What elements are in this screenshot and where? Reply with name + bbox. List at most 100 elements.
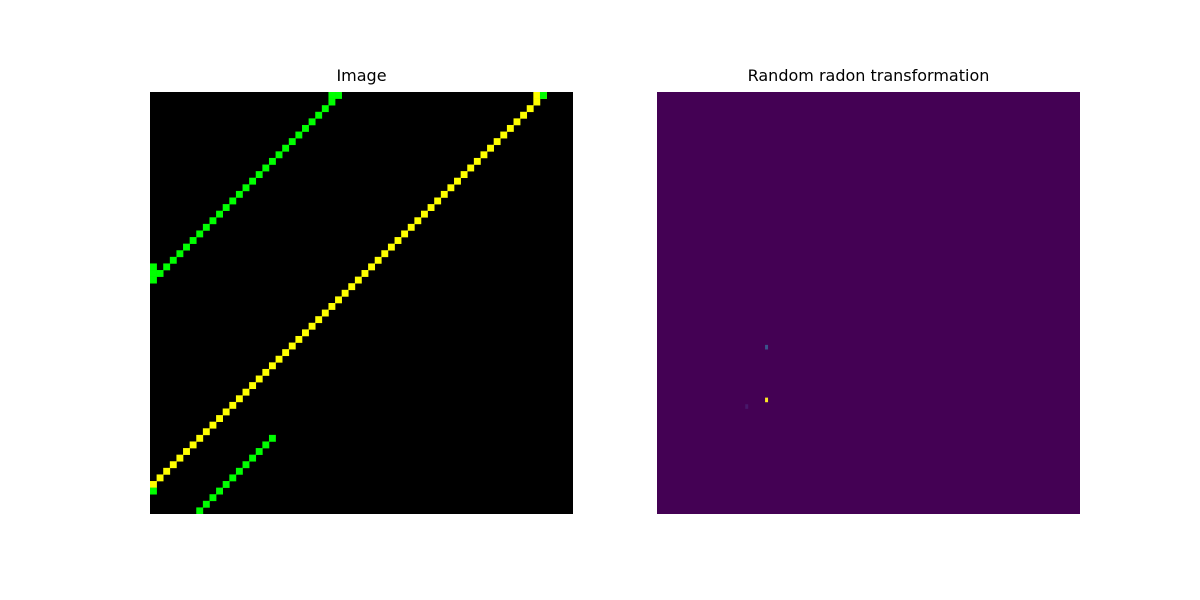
- line-1-pixel: [229, 197, 237, 205]
- line-2-pixel: [282, 349, 290, 357]
- radon-background: [657, 92, 1080, 514]
- radon-title: Random radon transformation: [747, 66, 990, 85]
- image-panel: Image: [150, 62, 573, 514]
- line-2-pixel: [480, 151, 488, 159]
- line-2-pixel: [202, 428, 210, 436]
- line-2-pixel: [275, 355, 283, 363]
- line-2-pixel: [414, 217, 422, 225]
- line-2-pixel: [229, 401, 237, 409]
- line-2-pixel: [454, 177, 461, 185]
- line-2-pixel: [169, 461, 177, 469]
- line-1-pixel: [196, 230, 204, 238]
- line-2-pixel: [176, 454, 184, 462]
- line-2-pixel: [361, 270, 369, 277]
- line-1-pixel: [189, 237, 197, 244]
- line-1-pixel: [295, 131, 303, 139]
- line-1-pixel: [249, 177, 257, 185]
- line-2-pixel: [189, 441, 197, 449]
- image-background: [150, 92, 573, 514]
- line-1-pixel: [235, 190, 243, 198]
- line-2-pixel: [163, 467, 171, 475]
- line-2-pixel: [427, 204, 435, 211]
- line-2-pixel: [533, 98, 541, 106]
- line-1-pixel: [328, 98, 336, 106]
- line-2-pixel: [308, 322, 316, 330]
- line-2-pixel: [420, 210, 428, 218]
- image-canvas: [150, 92, 573, 514]
- line-2-pixel: [315, 316, 323, 324]
- line-1-pixel: [268, 157, 276, 165]
- line-2-pixel: [407, 223, 415, 231]
- line-1-pixel: [321, 105, 329, 113]
- line-3-pixel: [242, 461, 250, 469]
- line-2-pixel: [196, 434, 204, 442]
- line-2-pixel: [368, 263, 376, 271]
- line-3-pixel: [235, 467, 243, 475]
- image-pixel: [150, 270, 157, 277]
- radon-canvas: [657, 92, 1080, 514]
- line-3-pixel: [268, 434, 276, 442]
- line-2-pixel: [387, 243, 395, 251]
- line-2-pixel: [335, 296, 342, 304]
- radon-peak-pixel: [765, 344, 769, 350]
- line-2-pixel: [520, 111, 528, 119]
- line-2-pixel: [354, 276, 362, 284]
- image-title: Image: [336, 66, 387, 85]
- line-1-pixel: [275, 151, 283, 159]
- line-2-pixel: [473, 157, 481, 165]
- line-1-pixel: [156, 270, 164, 277]
- line-3-pixel: [249, 454, 257, 462]
- radon-peak-pixel: [765, 397, 769, 403]
- image-pixel: [533, 92, 541, 99]
- line-3-pixel: [222, 481, 230, 488]
- line-2-pixel: [150, 481, 157, 488]
- line-2-pixel: [216, 415, 224, 422]
- line-3-pixel: [202, 500, 210, 508]
- image-pixel: [539, 92, 547, 99]
- image-pixel: [328, 92, 336, 99]
- image-pixel: [150, 487, 157, 495]
- line-2-pixel: [249, 382, 257, 390]
- line-3-pixel: [229, 474, 237, 482]
- line-1-pixel: [163, 263, 171, 271]
- line-1-pixel: [315, 111, 323, 119]
- line-2-pixel: [447, 184, 455, 192]
- line-2-pixel: [302, 329, 309, 337]
- line-1-pixel: [308, 118, 316, 126]
- line-2-pixel: [526, 105, 534, 113]
- line-2-pixel: [268, 362, 276, 370]
- line-3-pixel: [196, 507, 204, 514]
- line-3-pixel: [209, 494, 217, 502]
- line-1-pixel: [282, 144, 290, 152]
- line-1-pixel: [183, 243, 190, 251]
- line-2-pixel: [493, 138, 501, 146]
- line-2-pixel: [156, 474, 164, 482]
- line-2-pixel: [434, 197, 442, 205]
- line-1-pixel: [216, 210, 224, 218]
- line-1-pixel: [150, 276, 157, 284]
- line-2-pixel: [348, 283, 356, 291]
- line-1-pixel: [242, 184, 250, 192]
- line-2-pixel: [295, 335, 303, 343]
- line-2-pixel: [513, 118, 521, 126]
- line-2-pixel: [506, 124, 514, 132]
- line-2-pixel: [222, 408, 230, 416]
- line-2-pixel: [487, 144, 494, 152]
- line-1-pixel: [302, 124, 309, 132]
- line-2-pixel: [394, 237, 402, 244]
- line-2-pixel: [381, 250, 389, 258]
- line-2-pixel: [460, 171, 468, 179]
- line-2-pixel: [401, 230, 409, 238]
- line-1-pixel: [176, 250, 184, 258]
- line-2-pixel: [440, 190, 448, 198]
- line-1-pixel: [288, 138, 296, 146]
- line-2-pixel: [328, 303, 336, 310]
- line-1-pixel: [169, 256, 177, 264]
- radon-peak-pixel: [745, 404, 749, 409]
- image-pixel: [150, 263, 157, 271]
- line-2-pixel: [209, 421, 217, 429]
- line-1-pixel: [209, 217, 217, 225]
- line-1-pixel: [202, 223, 210, 231]
- line-1-pixel: [255, 171, 263, 179]
- line-2-pixel: [255, 375, 263, 383]
